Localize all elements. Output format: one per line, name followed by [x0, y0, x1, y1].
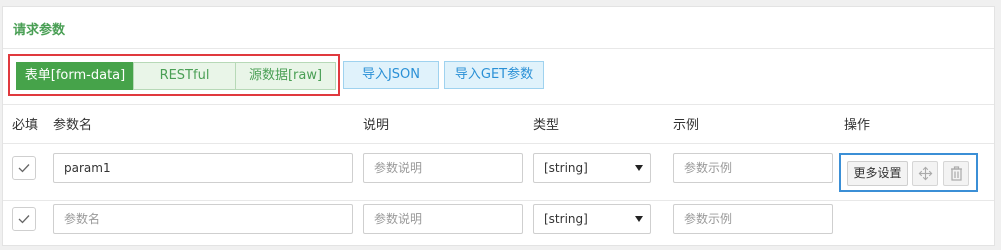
chevron-down-icon — [635, 165, 643, 171]
param-desc-input[interactable] — [363, 153, 523, 183]
body-mode-group: 表单[form-data] RESTful 源数据[raw] — [8, 54, 340, 96]
divider — [3, 48, 994, 49]
header-desc: 说明 — [363, 118, 390, 133]
mode-raw-button[interactable]: 源数据[raw] — [235, 62, 336, 90]
divider — [3, 104, 994, 105]
trash-icon — [950, 166, 962, 181]
param-type-select[interactable]: [string] — [533, 153, 651, 183]
more-settings-button[interactable]: 更多设置 — [847, 161, 908, 186]
required-checkbox[interactable] — [12, 156, 36, 180]
param-name-input[interactable] — [53, 204, 353, 234]
check-icon — [18, 215, 30, 224]
panel-title: 请求参数 — [13, 23, 66, 38]
move-icon — [918, 166, 932, 181]
param-type-select[interactable]: [string] — [533, 204, 651, 234]
check-icon — [18, 164, 30, 173]
mode-restful-button[interactable]: RESTful — [133, 62, 236, 90]
divider — [3, 143, 994, 144]
row-actions: 更多设置 — [839, 153, 978, 192]
header-ops: 操作 — [844, 118, 871, 133]
required-checkbox[interactable] — [12, 207, 36, 231]
header-name: 参数名 — [53, 118, 93, 133]
divider — [3, 200, 994, 201]
delete-button[interactable] — [943, 161, 969, 186]
mode-form-data-button[interactable]: 表单[form-data] — [16, 62, 134, 90]
param-type-value: [string] — [544, 161, 588, 175]
param-desc-input[interactable] — [363, 204, 523, 234]
param-example-input[interactable] — [673, 153, 833, 183]
chevron-down-icon — [635, 216, 643, 222]
param-example-input[interactable] — [673, 204, 833, 234]
header-type: 类型 — [533, 118, 560, 133]
request-params-panel: 请求参数 表单[form-data] RESTful 源数据[raw] 导入JS… — [2, 6, 995, 246]
import-json-button[interactable]: 导入JSON — [343, 61, 439, 89]
move-button[interactable] — [912, 161, 938, 186]
header-example: 示例 — [673, 118, 700, 133]
param-name-input[interactable] — [53, 153, 353, 183]
import-get-params-button[interactable]: 导入GET参数 — [444, 61, 544, 89]
param-type-value: [string] — [544, 212, 588, 226]
header-required: 必填 — [12, 118, 39, 133]
